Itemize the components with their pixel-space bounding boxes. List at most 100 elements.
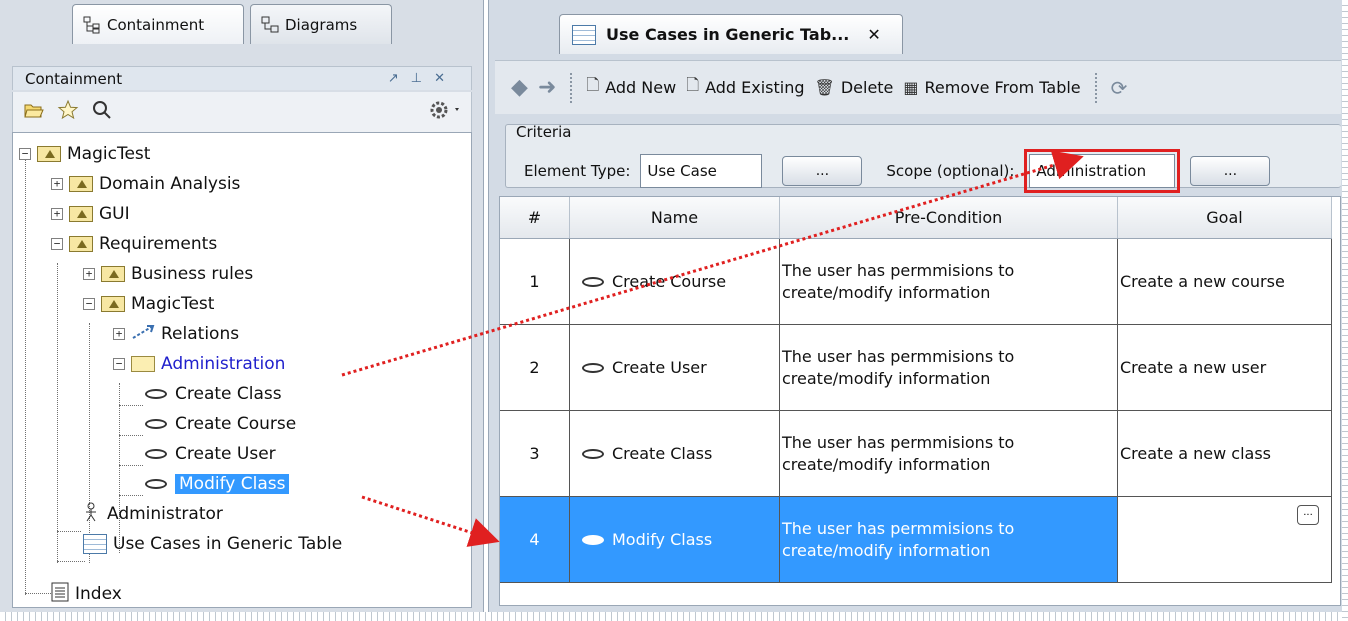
package-icon bbox=[69, 176, 93, 192]
tree-node-relations[interactable]: + Relations bbox=[113, 319, 239, 349]
tree-node-use-cases-table[interactable]: Use Cases in Generic Table bbox=[83, 529, 342, 559]
goal-cell[interactable]: Create a new course bbox=[1118, 239, 1332, 324]
element-type-browse-button[interactable]: ... bbox=[782, 156, 863, 186]
precondition-cell[interactable]: The user has permmisions to create/modify… bbox=[780, 411, 1118, 496]
use-case-icon bbox=[145, 479, 167, 489]
criteria-legend: Criteria bbox=[516, 123, 572, 141]
close-icon[interactable]: ✕ bbox=[867, 25, 880, 44]
precondition-cell[interactable]: The user has permmisions to create/modify… bbox=[780, 239, 1118, 324]
scope-field[interactable]: Administration bbox=[1029, 154, 1176, 188]
collapse-toggle[interactable]: − bbox=[113, 358, 125, 370]
torn-edge-bottom bbox=[0, 612, 1348, 621]
tree-node-index[interactable]: Index bbox=[51, 579, 122, 607]
tree-node-business-rules[interactable]: + Business rules bbox=[83, 259, 253, 289]
table-row[interactable]: 2 Create User The user has permmisions t… bbox=[500, 325, 1332, 411]
search-icon[interactable] bbox=[91, 99, 113, 125]
tree-node-create-class[interactable]: Create Class bbox=[145, 379, 282, 409]
collapse-toggle[interactable]: − bbox=[51, 238, 63, 250]
precondition-line: The user has permmisions to bbox=[782, 346, 1015, 366]
name-cell[interactable]: Create Class bbox=[570, 411, 780, 496]
goal-cell[interactable]: Create a new class bbox=[1118, 411, 1332, 496]
row-number: 1 bbox=[500, 239, 570, 324]
edit-more-button[interactable]: ... bbox=[1297, 505, 1319, 525]
tab-containment[interactable]: Containment bbox=[72, 4, 244, 44]
precondition-line: create/modify information bbox=[782, 540, 991, 560]
precondition-cell[interactable]: The user has permmisions to create/modify… bbox=[780, 497, 1118, 582]
add-existing-icon: 🗋 bbox=[686, 75, 700, 94]
table-row-selected[interactable]: 4 Modify Class The user has permmisions … bbox=[500, 497, 1332, 583]
goal-cell[interactable]: ... bbox=[1118, 497, 1332, 582]
tree-node-domain-analysis[interactable]: + Domain Analysis bbox=[51, 169, 240, 199]
element-type-field[interactable]: Use Case bbox=[640, 154, 763, 188]
open-folder-icon[interactable] bbox=[23, 100, 45, 124]
tree-node-label: Administration bbox=[161, 354, 286, 374]
generic-table: # Name Pre-Condition Goal 1 Create Cours… bbox=[499, 196, 1341, 606]
precondition-cell[interactable]: The user has permmisions to create/modify… bbox=[780, 325, 1118, 410]
name-cell[interactable]: Create User bbox=[570, 325, 780, 410]
star-icon[interactable] bbox=[57, 99, 79, 125]
torn-edge-right bbox=[1342, 0, 1348, 621]
table-row[interactable]: 1 Create Course The user has permmisions… bbox=[500, 239, 1332, 325]
toolbar-separator bbox=[570, 72, 573, 103]
add-new-button[interactable]: 🗋 Add New bbox=[586, 74, 676, 101]
tree-node-create-course[interactable]: Create Course bbox=[145, 409, 296, 439]
remove-from-table-icon: ▦ bbox=[903, 78, 919, 97]
gear-icon[interactable] bbox=[429, 99, 465, 125]
tree-node-label: Business rules bbox=[131, 264, 254, 284]
name-cell[interactable]: Modify Class bbox=[570, 497, 780, 582]
tree-node-create-user[interactable]: Create User bbox=[145, 439, 276, 469]
forward-arrow-icon[interactable]: ➜ bbox=[538, 75, 556, 100]
column-header-number[interactable]: # bbox=[500, 197, 570, 238]
precondition-line: create/modify information bbox=[782, 454, 991, 474]
expand-toggle[interactable]: + bbox=[51, 208, 63, 220]
tree-node-label: Use Cases in Generic Table bbox=[113, 534, 343, 554]
button-label: Add Existing bbox=[705, 78, 805, 97]
tree-node-modify-class[interactable]: Modify Class bbox=[145, 469, 290, 499]
tab-diagrams[interactable]: Diagrams bbox=[250, 4, 392, 44]
table-icon bbox=[572, 24, 596, 45]
delete-button[interactable]: 🗑 Delete bbox=[815, 78, 894, 97]
toolbar-separator bbox=[1094, 72, 1097, 103]
collapse-toggle[interactable]: − bbox=[83, 298, 95, 310]
trash-icon: 🗑 bbox=[814, 78, 835, 97]
column-header-precondition[interactable]: Pre-Condition bbox=[780, 197, 1118, 238]
tree-node-administrator[interactable]: Administrator bbox=[83, 499, 223, 529]
row-number: 4 bbox=[500, 497, 570, 582]
column-header-name[interactable]: Name bbox=[570, 197, 780, 238]
collapse-toggle[interactable]: − bbox=[19, 148, 31, 160]
use-case-icon bbox=[145, 449, 167, 459]
containment-icon bbox=[83, 16, 101, 34]
scope-browse-button[interactable]: ... bbox=[1190, 156, 1271, 186]
panel-title: Containment bbox=[25, 70, 123, 88]
expand-toggle[interactable]: + bbox=[83, 268, 95, 280]
expand-toggle[interactable]: + bbox=[113, 328, 125, 340]
tree-node-label: Create Class bbox=[175, 384, 282, 404]
goal-cell[interactable]: Create a new user bbox=[1118, 325, 1332, 410]
panel-controls[interactable]: ↗⊥✕ bbox=[388, 67, 457, 91]
table-row[interactable]: 3 Create Class The user has permmisions … bbox=[500, 411, 1332, 497]
containment-tree: − MagicTest + Domain Analysis + GUI − Re… bbox=[12, 132, 472, 608]
tab-label: Diagrams bbox=[285, 15, 358, 34]
tree-node-magictest[interactable]: − MagicTest bbox=[19, 139, 150, 169]
tree-node-requirements[interactable]: − Requirements bbox=[51, 229, 217, 259]
remove-from-table-button[interactable]: ▦ Remove From Table bbox=[903, 78, 1080, 97]
precondition-line: The user has permmisions to bbox=[782, 260, 1015, 280]
tree-node-administration[interactable]: − Administration bbox=[113, 349, 285, 379]
add-existing-button[interactable]: 🗋 Add Existing bbox=[686, 74, 804, 101]
tree-node-magictest-sub[interactable]: − MagicTest bbox=[83, 289, 214, 319]
tree-node-label: Administrator bbox=[107, 504, 223, 524]
diagrams-icon bbox=[261, 16, 279, 34]
scope-highlight: Administration bbox=[1024, 149, 1181, 193]
use-case-icon bbox=[582, 362, 604, 373]
panel-header: Containment ↗⊥✕ bbox=[12, 66, 472, 90]
tab-use-cases-table[interactable]: Use Cases in Generic Tab... ✕ bbox=[559, 14, 903, 54]
expand-toggle[interactable]: + bbox=[51, 178, 63, 190]
tab-title: Use Cases in Generic Tab... bbox=[606, 25, 850, 44]
tree-node-gui[interactable]: + GUI bbox=[51, 199, 130, 229]
precondition-line: The user has permmisions to bbox=[782, 518, 1015, 538]
package-icon bbox=[69, 236, 93, 252]
back-arrow-icon[interactable]: ◆ bbox=[511, 75, 528, 100]
refresh-icon[interactable]: ⟳ bbox=[1111, 76, 1128, 100]
name-cell[interactable]: Create Course bbox=[570, 239, 780, 324]
column-header-goal[interactable]: Goal bbox=[1118, 197, 1332, 238]
